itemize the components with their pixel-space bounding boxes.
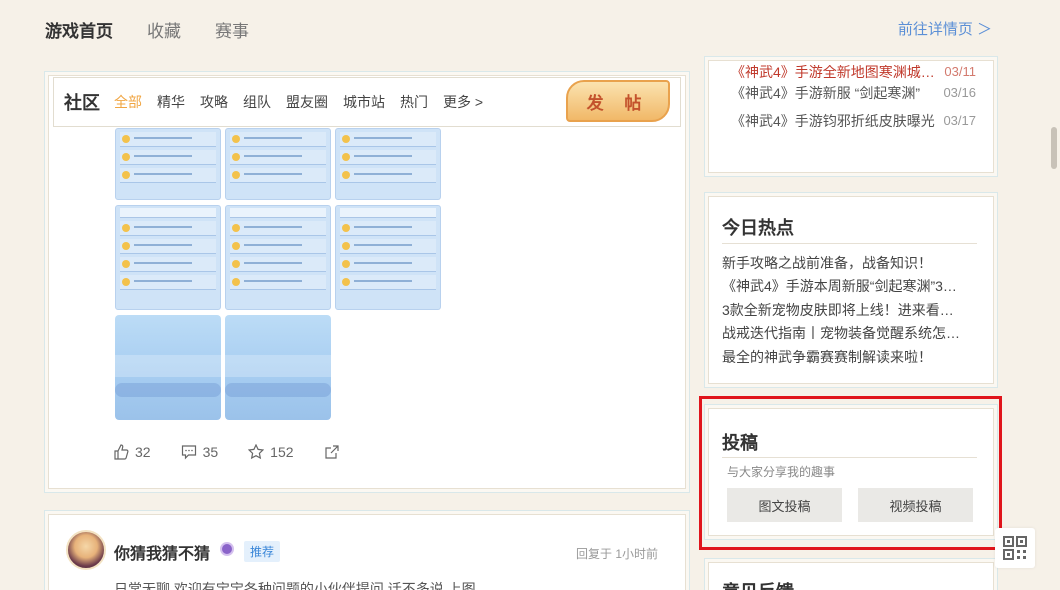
star-icon: [248, 444, 265, 460]
share-button[interactable]: [324, 444, 340, 460]
tab-alliance[interactable]: 盟友圈: [286, 92, 328, 112]
highlight-box: [699, 396, 1002, 550]
tab-guide[interactable]: 攻略: [200, 92, 228, 112]
like-icon: [114, 444, 129, 460]
favorite-button[interactable]: 152: [248, 444, 294, 460]
feedback-title: 意见反馈: [722, 578, 794, 590]
tab-more[interactable]: 更多 >: [443, 92, 483, 112]
news-date: 03/17: [943, 113, 976, 128]
comment-text: 日常无聊 欢迎有宝宝各种问题的小伙伴提问 话不多说 上图: [114, 581, 476, 590]
tab-city[interactable]: 城市站: [343, 92, 385, 112]
nav-events[interactable]: 赛事: [215, 17, 249, 42]
post-image-thumbnail[interactable]: [335, 128, 441, 200]
comment-time: 回复于 1小时前: [576, 547, 659, 561]
qr-code-button[interactable]: [995, 528, 1035, 568]
post-image-thumbnail[interactable]: [225, 315, 331, 420]
hot-topic-item[interactable]: 战戒迭代指南丨宠物装备觉醒系统怎…: [722, 322, 977, 345]
comment-author[interactable]: 你猜我猜不猜: [114, 540, 210, 564]
like-button[interactable]: 32: [113, 444, 151, 460]
news-title: 《神武4》手游钧邪折纸皮肤曝光: [731, 113, 935, 129]
favorite-count: 152: [270, 444, 294, 460]
like-count: 32: [135, 444, 151, 460]
community-title: 社区: [64, 93, 100, 113]
divider: [722, 243, 977, 244]
news-list: 《神武4》手游全新地图寒渊城… 03/11 《神武4》手游新服 “剑起寒渊” 0…: [731, 65, 976, 135]
post-image-thumbnail[interactable]: [225, 205, 331, 310]
nav-favorites[interactable]: 收藏: [147, 17, 181, 42]
post-button[interactable]: 发 帖: [566, 80, 670, 122]
news-title: 《神武4》手游全新地图寒渊城…: [731, 65, 935, 79]
news-title: 《神武4》手游新服 “剑起寒渊”: [731, 85, 920, 101]
top-nav: 游戏首页 收藏 赛事: [45, 17, 249, 42]
post-actions: 32 35 152: [113, 444, 340, 460]
recommend-badge: 推荐: [244, 541, 281, 562]
post-image-thumbnail[interactable]: [335, 205, 441, 310]
tab-all[interactable]: 全部: [114, 92, 142, 112]
hot-topic-item[interactable]: 3款全新宠物皮肤即将上线！进来看…: [722, 299, 977, 322]
post-image-thumbnail[interactable]: [115, 128, 221, 200]
detail-page-link[interactable]: 前往详情页 ＞: [898, 18, 992, 39]
news-item[interactable]: 《神武4》手游钧邪折纸皮肤曝光 03/17: [731, 107, 976, 135]
post-image-thumbnail[interactable]: [225, 128, 331, 200]
comment-button[interactable]: 35: [181, 444, 219, 460]
news-item[interactable]: 《神武4》手游新服 “剑起寒渊” 03/16: [731, 79, 976, 107]
hot-topic-item[interactable]: 新手攻略之战前准备，战备知识！: [722, 252, 977, 275]
tab-hot[interactable]: 热门: [400, 92, 428, 112]
vip-badge-icon: [220, 542, 234, 556]
post-image-thumbnail[interactable]: [115, 315, 221, 420]
scrollbar-thumb[interactable]: [1051, 127, 1057, 169]
share-icon: [324, 445, 339, 459]
comment-count: 35: [202, 444, 219, 460]
news-date: 03/16: [943, 85, 976, 100]
nav-game-home[interactable]: 游戏首页: [45, 17, 113, 42]
tab-essence[interactable]: 精华: [157, 92, 185, 112]
tab-team[interactable]: 组队: [243, 92, 271, 112]
hot-topics-list: 新手攻略之战前准备，战备知识！ 《神武4》手游本周新服“剑起寒渊”3… 3款全新…: [722, 252, 977, 369]
qr-code-icon: [1003, 536, 1027, 560]
hot-topic-item[interactable]: 《神武4》手游本周新服“剑起寒渊”3…: [722, 275, 977, 298]
news-item[interactable]: 《神武4》手游全新地图寒渊城… 03/11: [731, 65, 976, 79]
news-date: 03/11: [944, 65, 976, 79]
post-image-thumbnail[interactable]: [115, 205, 221, 310]
hot-topics-title: 今日热点: [722, 218, 794, 238]
top-bar: 游戏首页 收藏 赛事 前往详情页 ＞: [0, 0, 1060, 58]
hot-topic-item[interactable]: 最全的神武争霸赛赛制解读来啦！: [722, 346, 977, 369]
avatar[interactable]: [66, 530, 106, 570]
comment-icon: [181, 445, 196, 460]
